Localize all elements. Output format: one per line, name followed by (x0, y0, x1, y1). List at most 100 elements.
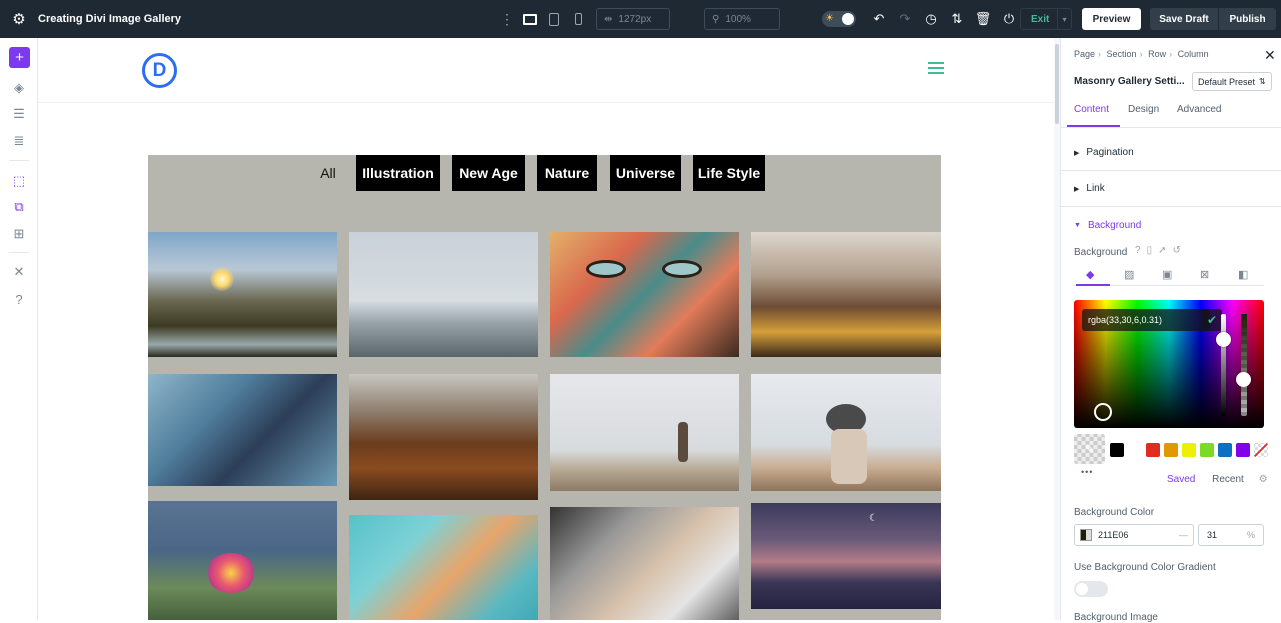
bg-mask-tab-icon[interactable]: ◧ (1238, 268, 1248, 281)
swatch-orange[interactable] (1164, 443, 1178, 457)
site-logo[interactable]: D (142, 53, 177, 88)
gallery-image-cat-hands[interactable] (550, 507, 739, 620)
opacity-slider-handle[interactable] (1236, 372, 1251, 387)
section-background[interactable]: ▼ Background (1061, 207, 1281, 243)
theme-toggle[interactable]: ☀ (822, 11, 856, 27)
confirm-check-icon[interactable]: ✔ (1202, 309, 1222, 331)
bg-pattern-tab-icon[interactable]: ⊠ (1200, 268, 1209, 281)
bg-color-tab-paint-bucket-icon[interactable]: ◆ (1086, 268, 1094, 281)
opacity-slider[interactable] (1241, 314, 1247, 416)
bg-opacity-input[interactable]: 31 % (1198, 524, 1264, 546)
responsive-phone-icon[interactable]: ▯ (1147, 245, 1159, 256)
masonry-gallery[interactable]: All Illustration New Age Nature Universe… (148, 155, 941, 620)
desktop-view-icon[interactable] (518, 0, 542, 38)
gallery-image-bird-illustration[interactable] (148, 374, 337, 486)
section-pagination[interactable]: ▶ Pagination (1061, 135, 1281, 171)
preview-button[interactable]: Preview (1082, 8, 1141, 30)
saved-colors-link[interactable]: Saved (1167, 474, 1195, 485)
recent-colors-link[interactable]: Recent (1212, 474, 1244, 485)
settings-panel: Page › Section › Row › Column ✕ Masonry Gal… (1060, 38, 1281, 623)
gallery-image-face-mural[interactable] (550, 232, 739, 357)
publish-button[interactable]: Publish (1219, 8, 1276, 30)
swatch-white[interactable] (1128, 443, 1142, 457)
power-icon[interactable]: ⏻ (996, 0, 1022, 38)
gallery-image-hillside-mist[interactable] (349, 374, 538, 500)
tools-icon[interactable]: ✕ (9, 262, 29, 282)
filter-illustration[interactable]: Illustration (356, 155, 440, 191)
preset-label: Default Preset (1198, 76, 1256, 87)
hue-slider-handle[interactable] (1216, 332, 1231, 347)
preset-select[interactable]: Default Preset ⇅ (1192, 72, 1272, 91)
hamburger-menu-icon[interactable] (928, 62, 944, 75)
gallery-filters: All Illustration New Age Nature Universe… (148, 155, 941, 191)
swatch-red[interactable] (1146, 443, 1160, 457)
redo-icon[interactable]: ↷ (892, 0, 918, 38)
swatch-settings-gear-icon[interactable]: ⚙ (1259, 474, 1268, 485)
filter-life-style[interactable]: Life Style (693, 155, 765, 191)
gallery-image-mountain-night[interactable]: ☾ (751, 503, 941, 609)
filter-nature[interactable]: Nature (537, 155, 597, 191)
gallery-image-woman-hat[interactable] (751, 374, 941, 491)
add-module-button[interactable]: + (9, 47, 30, 68)
more-dots-icon[interactable]: ⋮ (500, 11, 514, 28)
filter-new-age[interactable]: New Age (452, 155, 525, 191)
undo-icon[interactable]: ↶ (866, 0, 892, 38)
tab-advanced[interactable]: Advanced (1177, 104, 1221, 115)
bg-gradient-tab-icon[interactable]: ▨ (1124, 268, 1134, 281)
swatch-purple[interactable] (1236, 443, 1250, 457)
global-settings-icon[interactable]: ⊞ (9, 224, 29, 244)
swatch-yellow[interactable] (1182, 443, 1196, 457)
gradient-toggle-switch[interactable] (1074, 581, 1108, 597)
save-draft-button[interactable]: Save Draft (1150, 8, 1218, 30)
tab-design[interactable]: Design (1128, 104, 1159, 115)
reset-icon[interactable]: ↺ (1172, 245, 1186, 256)
swatch-green[interactable] (1200, 443, 1214, 457)
color-picker[interactable]: rgba(33,30,6,0.31) ✔ (1074, 300, 1264, 428)
gallery-image-paint-brushes[interactable] (751, 232, 941, 357)
page-settings-icon[interactable]: ≣ (9, 131, 29, 151)
settings-gear-icon[interactable]: ⚙ (0, 0, 38, 38)
tablet-view-icon[interactable] (542, 0, 566, 38)
portability-icon[interactable]: ⇅ (944, 0, 970, 38)
breadcrumb-row[interactable]: Row (1148, 49, 1166, 59)
breadcrumb-column[interactable]: Column (1178, 49, 1209, 59)
multi-select-icon[interactable]: ⧉ (9, 197, 29, 217)
help-icon[interactable]: ? (9, 289, 29, 309)
filter-universe[interactable]: Universe (610, 155, 681, 191)
breadcrumb-section[interactable]: Section (1107, 49, 1137, 59)
help-icon[interactable]: ? (1135, 245, 1147, 256)
gallery-image-hiker-rocks[interactable] (550, 374, 739, 491)
canvas-width-input[interactable]: ⇹ 1272px (596, 8, 670, 30)
caret-right-icon: ▶ (1074, 185, 1080, 193)
hue-slider[interactable] (1221, 314, 1226, 416)
history-icon[interactable]: ◷ (918, 0, 944, 38)
bg-color-hex-input[interactable]: 211E06 — (1074, 524, 1194, 546)
clear-dash-icon[interactable]: — (1179, 530, 1188, 540)
exit-button[interactable]: Exit ▾ (1020, 8, 1072, 30)
close-panel-icon[interactable]: ✕ (1264, 47, 1276, 64)
bg-image-tab-icon[interactable]: ▣ (1162, 268, 1172, 281)
filter-all[interactable]: All (310, 155, 346, 191)
section-link[interactable]: ▶ Link (1061, 171, 1281, 207)
left-toolbar: + ◈ ☰ ≣ ⬚ ⧉ ⊞ ✕ ? (0, 38, 38, 620)
phone-view-icon[interactable] (566, 0, 590, 38)
eyedropper-icon[interactable]: ✎ (1074, 434, 1105, 464)
database-icon[interactable]: ☰ (9, 104, 29, 124)
exit-chevron-down-icon[interactable]: ▾ (1057, 9, 1071, 29)
gallery-image-color-smoke[interactable] (349, 515, 538, 620)
more-swatches-dots-icon[interactable]: ••• (1081, 467, 1093, 477)
select-element-icon[interactable]: ⬚ (9, 171, 29, 191)
swatch-blue[interactable] (1218, 443, 1232, 457)
tab-content[interactable]: Content (1074, 104, 1109, 115)
color-cursor[interactable] (1094, 403, 1112, 421)
trash-icon[interactable]: 🗑 (970, 0, 996, 38)
gallery-image-frosty-forest[interactable] (349, 232, 538, 357)
breadcrumb-page[interactable]: Page (1074, 49, 1095, 59)
layers-icon[interactable]: ◈ (9, 78, 29, 98)
gallery-image-hummingbird-flowers[interactable] (148, 501, 337, 620)
zoom-input[interactable]: ⚲ 100% (704, 8, 780, 30)
hover-cursor-icon[interactable]: ➚ (1158, 245, 1172, 256)
swatch-transparent[interactable] (1254, 443, 1268, 457)
swatch-black[interactable] (1110, 443, 1124, 457)
gallery-image-lake-sunrise[interactable] (148, 232, 337, 357)
